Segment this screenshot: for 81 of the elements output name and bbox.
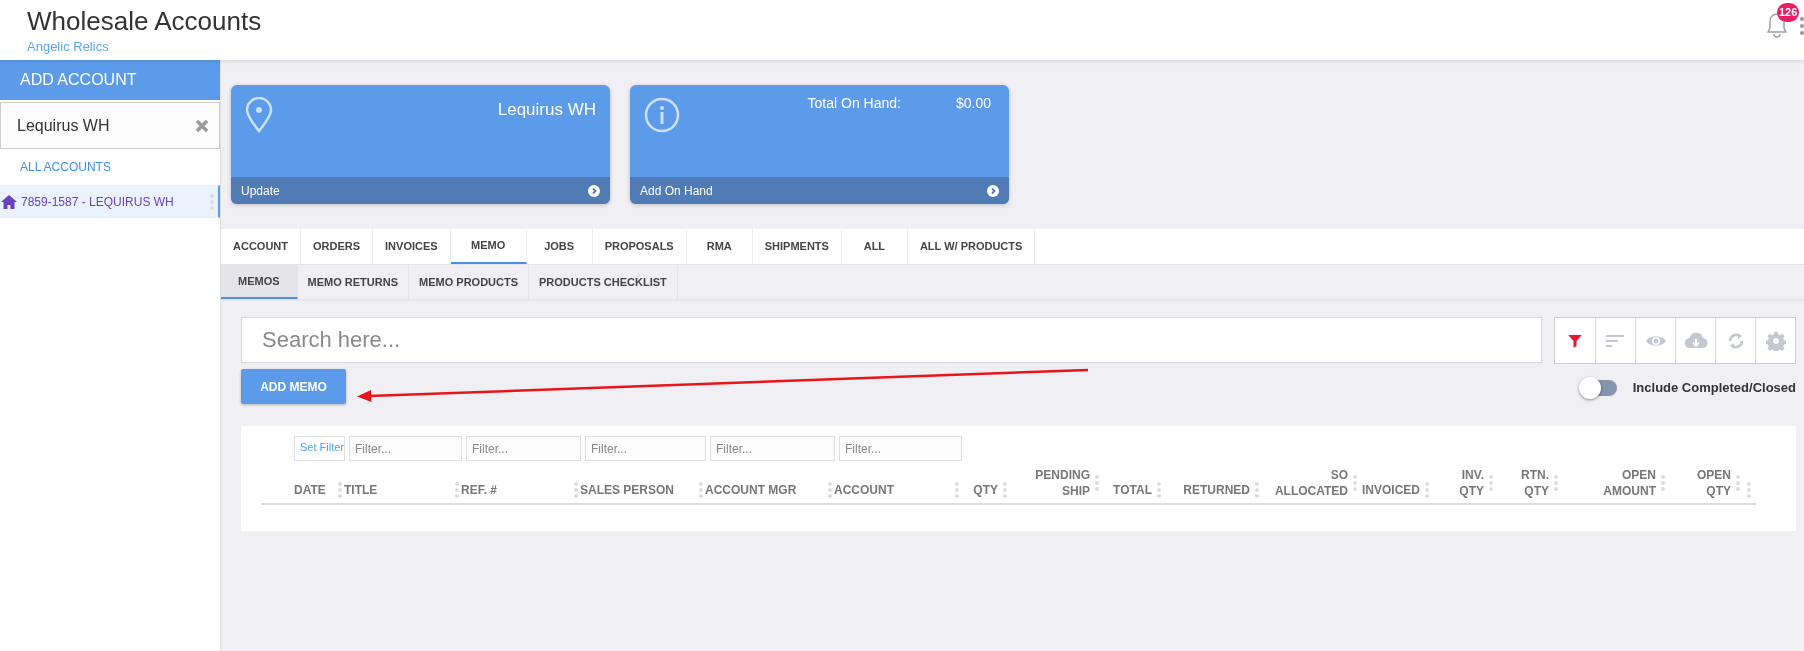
drag-handle-icon[interactable] [210,192,214,211]
tab[interactable]: SHIPMENTS [752,229,842,264]
add-account-button[interactable]: ADD ACCOUNT [0,60,220,100]
column-menu-icon[interactable] [1489,474,1493,492]
column-menu-icon[interactable] [955,481,959,499]
column-menu-icon[interactable] [1157,481,1161,499]
column-menu-icon[interactable] [574,481,578,499]
chevron-right-icon [588,184,600,197]
column-menu-icon[interactable] [1003,481,1007,499]
info-icon [644,97,680,133]
column-menu-icon[interactable] [1661,474,1665,492]
column-header[interactable]: PENDING SHIP [1035,467,1090,499]
filter-field[interactable]: Filter... [349,436,462,461]
column-header[interactable]: INV. QTY [1459,467,1484,499]
column-header[interactable]: ACCOUNT MGR [705,482,797,498]
tab[interactable]: ORDERS [301,229,374,264]
filter-field[interactable]: Filter... [466,436,581,461]
column-header[interactable]: OPEN AMOUNT [1603,467,1656,499]
tab[interactable]: ALL [841,229,908,264]
all-accounts-link[interactable]: ALL ACCOUNTS [0,149,111,185]
refresh-icon [1726,330,1745,351]
tab[interactable]: RMA [686,229,753,264]
column-menu-icon[interactable] [1736,474,1740,492]
column-menu-icon[interactable] [699,481,703,499]
tab[interactable]: ALL W/ PRODUCTS [907,229,1036,264]
tab[interactable]: INVOICES [373,229,451,264]
map-pin-icon [245,97,273,133]
page-title: Wholesale Accounts [27,6,262,36]
account-search-field[interactable]: Lequirus WH [0,102,220,149]
tab[interactable]: PROPOSALS [592,229,687,264]
column-menu-icon[interactable] [1095,474,1099,492]
tab[interactable]: JOBS [526,229,593,264]
column-header[interactable]: INVOICED [1362,482,1420,498]
column-menu-icon[interactable] [828,481,832,499]
cloud-download-icon [1683,331,1708,350]
column-header[interactable]: SO ALLOCATED [1274,467,1348,499]
chevron-right-icon [987,184,999,197]
card-title: Lequirus WH [497,99,596,121]
search-field[interactable]: Search here... [241,317,1542,363]
home-icon [1,194,17,209]
add-memo-button[interactable]: ADD MEMO [241,369,346,404]
column-menu-icon[interactable] [1425,481,1429,499]
account-label: 7859-1587 - LEQUIRUS WH [21,193,175,211]
column-menu-icon[interactable] [1747,481,1751,499]
clear-icon[interactable] [195,118,209,133]
column-header[interactable]: QTY [973,482,998,498]
column-header[interactable]: DATE [294,482,326,498]
settings-icon [1765,330,1786,351]
filter-field[interactable]: Filter... [839,436,962,461]
toggle-switch[interactable] [1580,379,1617,396]
column-header[interactable]: ACCOUNT [834,482,894,498]
subtab[interactable]: MEMO RETURNS [297,265,409,299]
card-action-bar[interactable]: Add On Hand [630,177,1009,204]
notification-badge: 126 [1777,3,1800,22]
tab[interactable]: ACCOUNT [221,229,301,264]
account-list-item[interactable]: 7859-1587 - LEQUIRUS WH [0,185,220,218]
card-action-bar[interactable]: Update [231,177,610,204]
column-header[interactable]: OPEN QTY [1697,467,1731,499]
card-label: Total On Hand: [807,94,901,113]
column-header[interactable]: TOTAL [1113,482,1152,498]
set-filter-link[interactable]: Set Filter [294,436,345,461]
column-menu-icon[interactable] [338,481,342,499]
toggle-label: Include Completed/Closed [1632,379,1796,397]
column-header[interactable]: SALES PERSON [580,482,675,498]
filter-field[interactable]: Filter... [585,436,706,461]
filter-field[interactable]: Filter... [710,436,835,461]
column-menu-icon[interactable] [1353,474,1357,492]
subtab[interactable]: MEMO PRODUCTS [409,265,529,299]
column-menu-icon[interactable] [1255,481,1259,499]
column-menu-icon[interactable] [455,481,459,499]
page-subtitle: Angelic Relics [27,39,110,55]
subtab[interactable]: PRODUCTS CHECKLIST [529,265,678,299]
column-header[interactable]: TITLE [344,482,378,498]
tab[interactable]: MEMO [450,229,527,264]
column-header[interactable]: REF. # [461,482,497,498]
column-header[interactable]: RETURNED [1183,482,1250,498]
column-header[interactable]: RTN. QTY [1521,467,1549,499]
card-value: $0.00 [955,94,991,113]
sort-icon [1605,332,1626,349]
subtab[interactable]: MEMOS [221,265,298,299]
column-menu-icon[interactable] [1554,474,1558,492]
